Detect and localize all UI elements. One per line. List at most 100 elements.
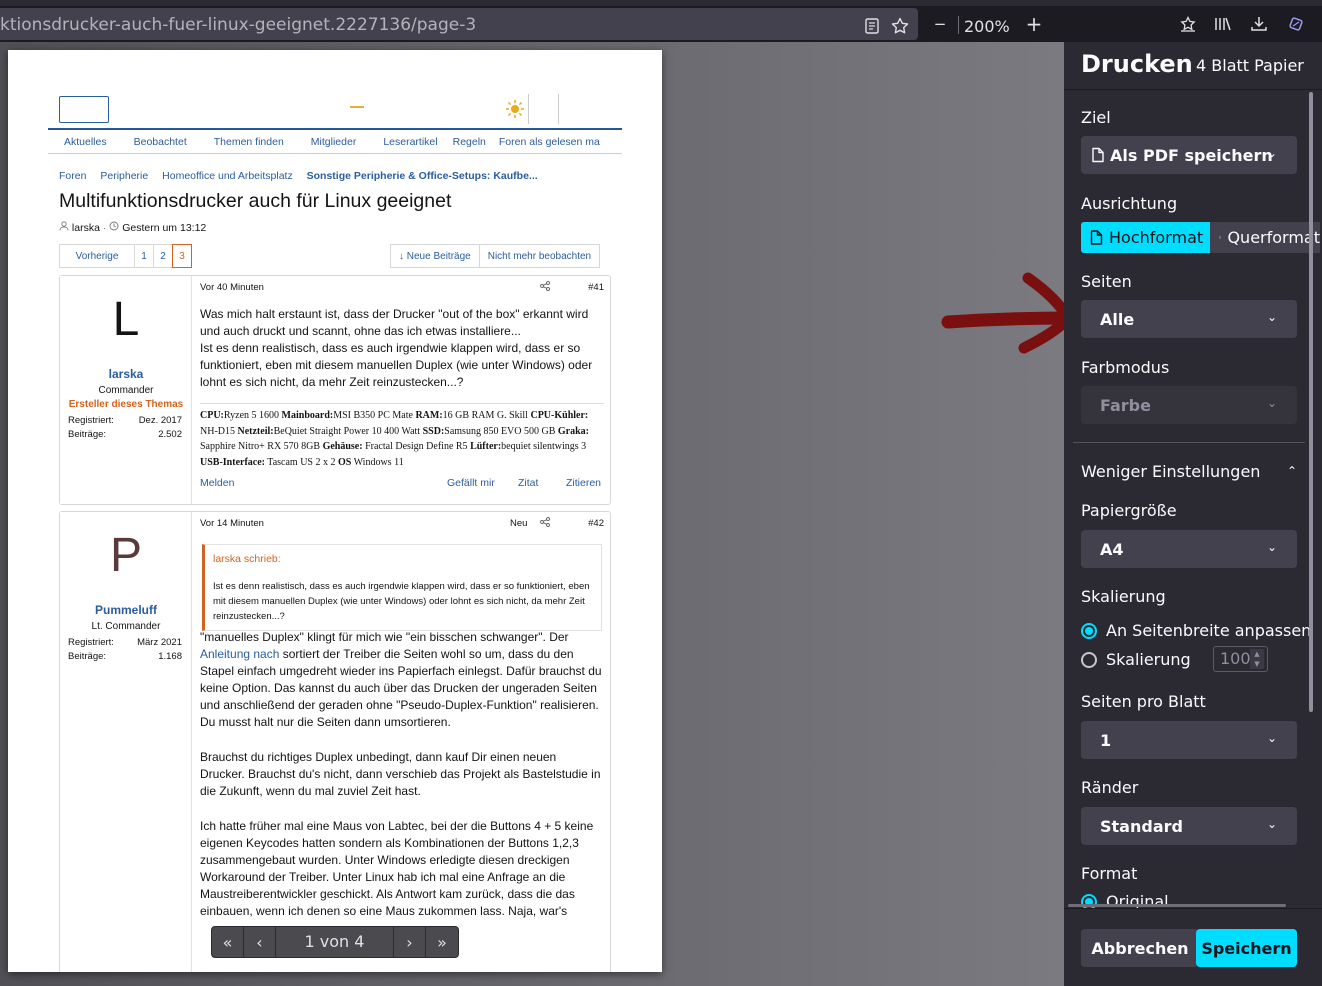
divider	[1064, 89, 1322, 90]
thread-actions: ↓ Neue Beiträge Nicht mehr beobachten	[390, 244, 601, 268]
breadcrumb-item[interactable]: Homeoffice und Arbeitsplatz	[162, 170, 293, 182]
prev-page-button[interactable]: ‹	[244, 927, 276, 957]
signature-key: USB-Interface:	[200, 456, 265, 468]
cancel-button[interactable]: Abbrechen	[1081, 929, 1199, 967]
last-page-button[interactable]: »	[426, 927, 458, 957]
downloads-icon[interactable]	[1249, 14, 1269, 34]
more-settings-toggle[interactable]: Weniger Einstellungen ⌃	[1081, 462, 1297, 481]
paper-size-select[interactable]: A4 ⌄	[1081, 530, 1297, 568]
breadcrumb-item[interactable]: Foren	[59, 170, 86, 182]
signature-value: Sapphire Nitro+ RX 570 8GB	[200, 441, 323, 452]
nav-foren-gelesen[interactable]: Foren als gelesen ma	[499, 136, 600, 148]
landscape-icon	[1219, 236, 1222, 239]
color-mode-label: Farbmodus	[1081, 358, 1170, 377]
post-paragraph: Was mich halt erstaunt ist, dass der Dru…	[200, 307, 589, 338]
nav-themen-finden[interactable]: Themen finden	[214, 136, 284, 148]
pager-page[interactable]: 1	[134, 244, 154, 268]
orientation-landscape-button[interactable]: Querformat	[1210, 222, 1320, 253]
orientation-portrait-button[interactable]: Hochformat	[1081, 222, 1210, 253]
orientation-toggle: Hochformat Querformat	[1081, 222, 1320, 253]
zoom-level[interactable]: 200%	[964, 17, 1010, 36]
nav-beobachtet[interactable]: Beobachtet	[134, 136, 187, 148]
nav-leserartikel[interactable]: Leserartikel	[383, 136, 437, 148]
new-posts-button[interactable]: ↓ Neue Beiträge	[390, 244, 480, 268]
preview-page: Aktuelles Beobachtet Themen finden Mitgl…	[8, 50, 662, 972]
post-time[interactable]: Vor 14 Minuten	[200, 518, 264, 529]
format-label: Format	[1081, 864, 1138, 883]
username[interactable]: Pummeluff	[60, 603, 192, 617]
bookmark-star-icon[interactable]	[890, 16, 910, 36]
extension-icon[interactable]	[1286, 14, 1306, 34]
signature: CPU:Ryzen 5 1600 Mainboard:MSI B350 PC M…	[200, 403, 604, 470]
zoom-in-button[interactable]: +	[1024, 12, 1044, 36]
quote-author[interactable]: larska schrieb:	[213, 552, 593, 567]
share-icon[interactable]	[540, 517, 550, 530]
reader-view-icon[interactable]	[862, 16, 882, 36]
margins-select[interactable]: Standard ⌄	[1081, 807, 1297, 845]
report-link[interactable]: Melden	[200, 477, 234, 489]
toolbar: ktionsdrucker-auch-fuer-linux-geeignet.2…	[0, 6, 1322, 42]
zoom-out-button[interactable]: −	[930, 14, 950, 34]
new-badge: Neu	[510, 518, 528, 529]
quote-text: Ist es denn realistisch, dass es auch ir…	[213, 581, 590, 622]
quote-link[interactable]: Zitat	[518, 477, 538, 489]
library-icon[interactable]	[1213, 14, 1233, 34]
nav-aktuelles[interactable]: Aktuelles	[64, 136, 107, 148]
thread-author[interactable]: larska	[72, 222, 100, 234]
destination-select[interactable]: Als PDF speichern ⌄	[1081, 136, 1297, 174]
guide-link[interactable]: Anleitung nach	[200, 647, 279, 661]
nav-mitglieder[interactable]: Mitglieder	[311, 136, 357, 148]
pages-per-sheet-select[interactable]: 1 ⌄	[1081, 721, 1297, 759]
scale-label: Skalierung	[1081, 587, 1166, 606]
scale-custom-radio[interactable]: Skalierung	[1081, 650, 1191, 669]
save-button[interactable]: Speichern	[1196, 929, 1297, 967]
color-mode-value: Farbe	[1100, 395, 1151, 415]
post-time[interactable]: Vor 40 Minuten	[200, 282, 264, 293]
portrait-icon	[1090, 230, 1103, 245]
unwatch-button[interactable]: Nicht mehr beobachten	[478, 244, 601, 268]
sun-icon	[504, 98, 526, 120]
user-rank: Commander	[98, 385, 154, 396]
post-number[interactable]: #41	[588, 282, 604, 293]
user-post-count: Beiträge: 2.502	[68, 429, 182, 440]
signature-value: BeQuiet Straight Power 10 400 Watt	[273, 425, 423, 437]
next-page-button[interactable]: ›	[394, 927, 426, 957]
avatar[interactable]: P	[60, 528, 192, 583]
print-preview-area: Aktuelles Beobachtet Themen finden Mitgl…	[0, 42, 1064, 986]
url-field[interactable]: ktionsdrucker-auch-fuer-linux-geeignet.2…	[0, 8, 918, 40]
like-link[interactable]: Gefällt mir	[447, 477, 495, 489]
pages-select[interactable]: Alle ⌄	[1081, 300, 1297, 338]
post: P Pummeluff Lt. Commander Registriert: Mä…	[59, 511, 611, 972]
scale-fit-radio[interactable]: An Seitenbreite anpassen	[1081, 621, 1311, 640]
nav-regeln[interactable]: Regeln	[453, 136, 486, 148]
reply-link[interactable]: Zitieren	[566, 477, 601, 489]
user-post-count: Beiträge: 1.168	[68, 651, 182, 662]
pager-prev-button[interactable]: Vorherige	[59, 244, 135, 268]
breadcrumb-item[interactable]: Sonstige Peripherie & Office-Setups: Kau…	[307, 170, 538, 182]
panel-scrollbar[interactable]	[1309, 92, 1313, 712]
post-number[interactable]: #42	[588, 518, 604, 529]
pocket-icon[interactable]	[1178, 14, 1198, 34]
scale-stepper[interactable]: ▲ ▼	[1250, 649, 1264, 669]
username[interactable]: larska	[60, 367, 192, 381]
color-mode-select[interactable]: Farbe ⌄	[1081, 386, 1297, 424]
orientation-label: Ausrichtung	[1081, 194, 1178, 213]
pager-page-current[interactable]: 3	[172, 244, 192, 268]
avatar[interactable]: L	[60, 292, 192, 347]
stat-value: März 2021	[137, 637, 182, 648]
stat-value: 1.168	[158, 651, 182, 662]
page-indicator: 1 von 4	[276, 927, 394, 957]
header-divider	[558, 94, 559, 124]
print-panel-footer: Abbrechen Speichern	[1064, 908, 1322, 986]
post-paragraph: Brauchst du richtiges Duplex unbedingt, …	[200, 750, 601, 798]
breadcrumb-item[interactable]: Peripherie	[100, 170, 148, 182]
breadcrumb: Foren Peripherie Homeoffice und Arbeitsp…	[59, 170, 549, 182]
first-page-button[interactable]: «	[212, 927, 244, 957]
banner-mark	[350, 106, 364, 108]
chevron-up-icon: ⌃	[1286, 464, 1297, 478]
share-icon[interactable]	[540, 281, 550, 294]
pages-per-sheet-value: 1	[1100, 730, 1112, 750]
pager-page[interactable]: 2	[153, 244, 173, 268]
panel-horizontal-scrollbar[interactable]	[1068, 904, 1286, 907]
pages-label: Seiten	[1081, 272, 1132, 291]
